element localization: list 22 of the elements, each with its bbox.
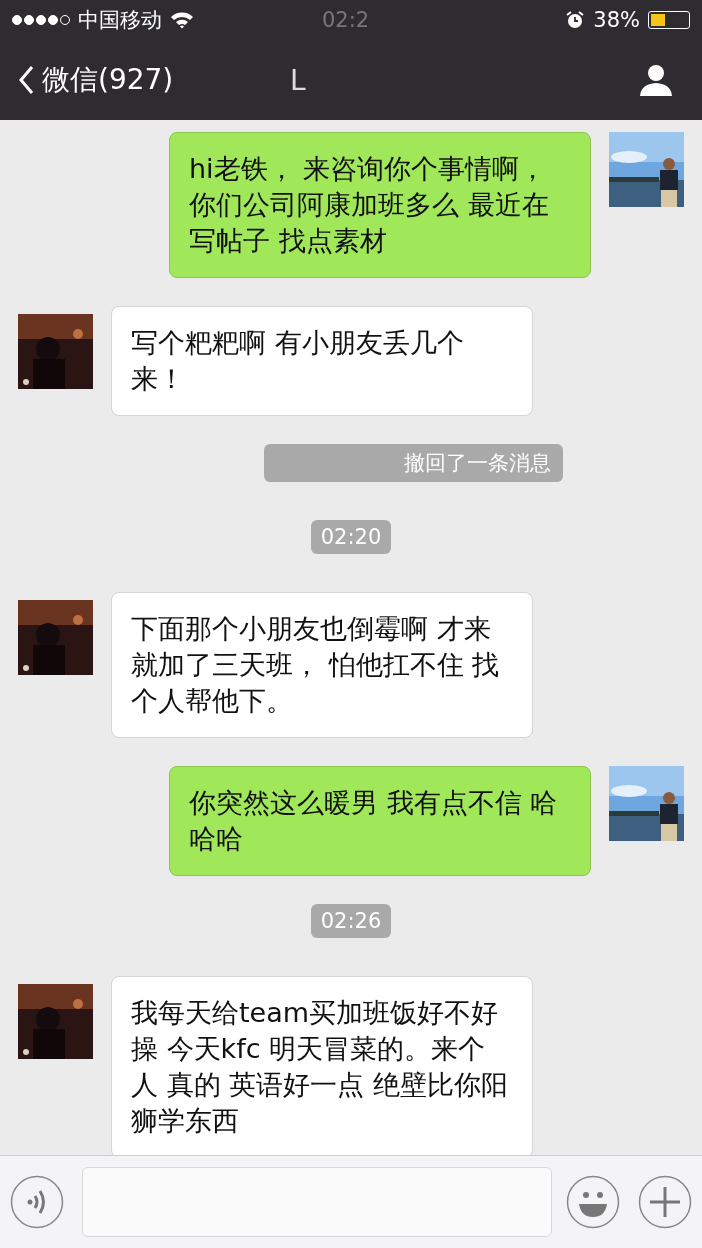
message-bubble: 写个粑粑啊 有小朋友丢几个来！ — [111, 306, 533, 416]
message-bubble: 我每天给team买加班饭好不好操 今天kfc 明天冒菜的。来个人 真的 英语好一点 绝壁比你阳狮学东西 — [111, 976, 533, 1155]
timestamp: 02:26 — [310, 904, 392, 938]
wifi-icon — [170, 11, 194, 29]
status-time: 02:2 — [322, 8, 370, 32]
message-bubble: hi老铁， 来咨询你个事情啊，你们公司阿康加班多么 最近在写帖子 找点素材 — [169, 132, 591, 278]
message-bubble: 你突然这么暖男 我有点不信 哈哈哈 — [169, 766, 591, 876]
plus-icon[interactable] — [638, 1175, 692, 1229]
message-input[interactable] — [82, 1167, 552, 1237]
alarm-icon — [565, 10, 586, 30]
smiley-icon[interactable] — [566, 1175, 620, 1229]
message-bubble: 下面那个小朋友也倒霉啊 才来就加了三天班， 怕他扛不住 找个人帮他下。 — [111, 592, 533, 738]
timestamp: 02:20 — [310, 520, 392, 554]
carrier-label: 中国移动 — [78, 7, 162, 34]
voice-icon[interactable] — [10, 1175, 64, 1229]
person-icon[interactable] — [638, 62, 674, 98]
back-icon — [18, 65, 34, 95]
battery-icon — [648, 11, 690, 29]
battery-percent: 38% — [593, 8, 640, 32]
recall-notice: 撤回了一条消息 — [263, 444, 563, 482]
chat-title: L — [290, 63, 306, 97]
back-button[interactable]: 微信(927) — [18, 61, 174, 99]
